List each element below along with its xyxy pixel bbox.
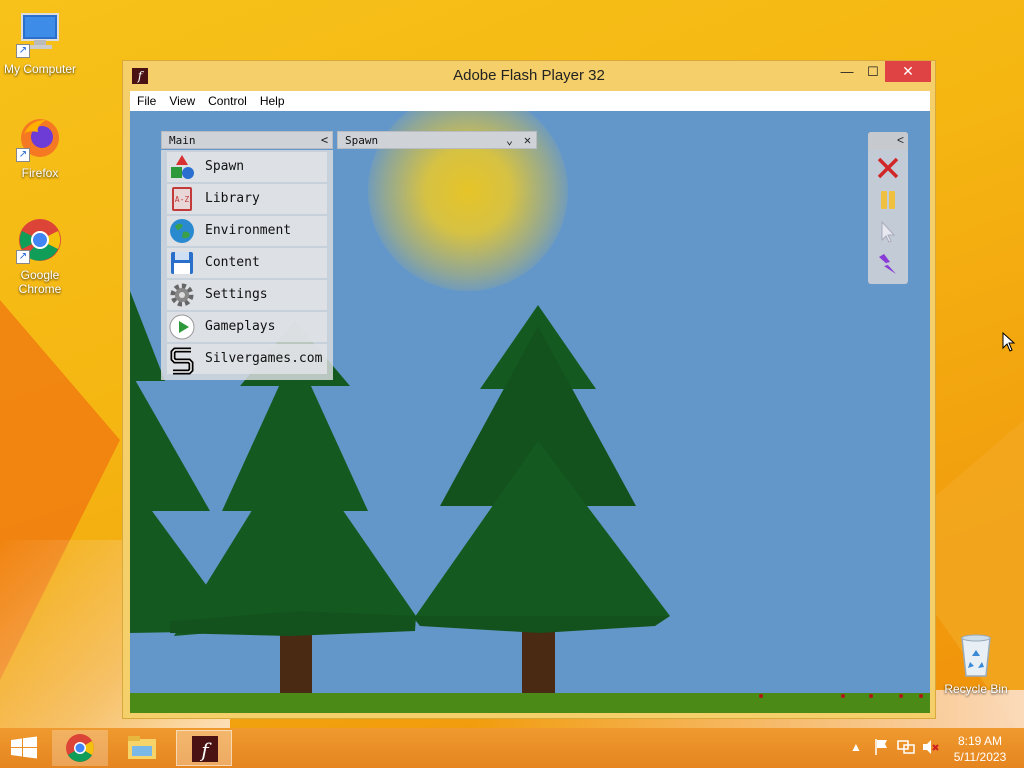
flower [869, 694, 873, 698]
floppy-disk-icon [169, 250, 195, 276]
flower [841, 694, 845, 698]
menu-item-label: Content [205, 255, 260, 270]
chrome-icon[interactable] [52, 730, 108, 766]
menu-control[interactable]: Control [201, 91, 253, 108]
menu-help[interactable]: Help [253, 91, 291, 108]
spawn-panel-title: Spawn [345, 134, 379, 147]
taskbar: f ▲ 8:19 AM 5/11/2023 [0, 728, 1024, 768]
desktop-icon-label: Google Chrome [18, 268, 62, 296]
flash-player-window: f Adobe Flash Player 32 — ☐ ✕ File View Co… [122, 60, 936, 719]
menu-item-environment[interactable]: Environment [167, 216, 327, 246]
menu-view[interactable]: View [162, 91, 201, 108]
clock-date: 5/11/2023 [953, 750, 1007, 764]
lightning-tool-icon[interactable] [876, 252, 900, 281]
windows-start-icon[interactable] [2, 730, 46, 766]
desktop-icon-label: Firefox [21, 166, 59, 180]
collapse-button[interactable]: < [892, 132, 909, 148]
flower [919, 694, 923, 698]
main-menu-panel: Spawn A-Z Library Environment Content Se… [161, 150, 333, 380]
play-icon [169, 314, 195, 340]
flower [899, 694, 903, 698]
file-explorer-icon[interactable] [114, 730, 170, 766]
pause-icon[interactable] [876, 188, 900, 217]
title-bar[interactable]: f Adobe Flash Player 32 — ☐ ✕ [123, 61, 935, 91]
globe-icon [169, 218, 195, 244]
tool-panel-header: < [868, 132, 908, 150]
silvergames-logo-icon [169, 346, 195, 375]
firefox-icon: ↗ [16, 114, 64, 162]
chrome-icon: ↗ [16, 216, 64, 264]
library-icon: A-Z [169, 186, 195, 212]
volume-muted-icon[interactable] [921, 738, 939, 768]
flag-icon[interactable] [874, 738, 890, 768]
menu-item-label: Environment [205, 223, 292, 238]
window-title: Adobe Flash Player 32 [453, 67, 605, 84]
menu-bar: File View Control Help [130, 91, 930, 111]
menu-item-silvergames[interactable]: Silvergames.com [167, 344, 327, 375]
desktop-icon-recycle-bin[interactable]: Recycle Bin [936, 632, 1016, 696]
ground [130, 693, 930, 713]
show-hidden-icons[interactable]: ▲ [850, 740, 862, 768]
dropdown-button[interactable]: ⌄ [501, 132, 518, 148]
menu-file[interactable]: File [130, 91, 162, 108]
main-panel-title: Main [169, 134, 196, 147]
pointer-tool-icon[interactable] [876, 220, 900, 249]
flower [759, 694, 763, 698]
network-icon[interactable] [897, 738, 915, 768]
desktop-icon-label: My Computer [3, 62, 77, 76]
menu-item-label: Gameplays [205, 319, 276, 334]
menu-item-content[interactable]: Content [167, 248, 327, 278]
shortcut-arrow-icon: ↗ [16, 250, 30, 264]
menu-item-label: Library [205, 191, 260, 206]
shortcut-arrow-icon: ↗ [16, 148, 30, 162]
desktop-icon-firefox[interactable]: ↗ Firefox [0, 114, 80, 180]
recycle-bin-icon [952, 632, 1000, 678]
desktop-icon-label: Recycle Bin [944, 682, 1008, 696]
main-panel-header[interactable]: Main < [161, 131, 333, 149]
close-panel-button[interactable]: ✕ [519, 132, 536, 148]
game-stage[interactable]: Main < Spawn A-Z Library Environment Con… [130, 111, 930, 713]
shortcut-arrow-icon: ↗ [16, 44, 30, 58]
minimize-button[interactable]: — [833, 61, 861, 82]
spawn-panel-header[interactable]: Spawn ⌄ ✕ [337, 131, 537, 149]
menu-item-gameplays[interactable]: Gameplays [167, 312, 327, 342]
tool-panel: < [868, 132, 908, 284]
gear-icon [169, 282, 195, 308]
maximize-button[interactable]: ☐ [859, 61, 887, 82]
menu-item-settings[interactable]: Settings [167, 280, 327, 310]
clock[interactable]: 8:19 AM 5/11/2023 [950, 733, 1010, 768]
delete-tool-icon[interactable] [876, 156, 900, 185]
close-button[interactable]: ✕ [885, 61, 931, 82]
svg-text:A-Z: A-Z [175, 195, 190, 204]
computer-icon: ↗ [16, 10, 64, 58]
spawn-icon [169, 154, 195, 180]
tree [412, 305, 670, 695]
mouse-cursor-icon [1002, 331, 1016, 357]
collapse-button[interactable]: < [316, 132, 333, 148]
clock-time: 8:19 AM [957, 734, 1003, 748]
flash-player-icon[interactable]: f [176, 730, 232, 766]
menu-item-label: Spawn [205, 159, 245, 174]
menu-item-library[interactable]: A-Z Library [167, 184, 327, 214]
menu-item-label: Silvergames.com [205, 351, 323, 366]
menu-item-spawn[interactable]: Spawn [167, 152, 327, 182]
menu-item-label: Settings [205, 287, 268, 302]
desktop-icon-my-computer[interactable]: ↗ My Computer [0, 10, 80, 76]
desktop-icon-google-chrome[interactable]: ↗ Google Chrome [0, 216, 80, 296]
